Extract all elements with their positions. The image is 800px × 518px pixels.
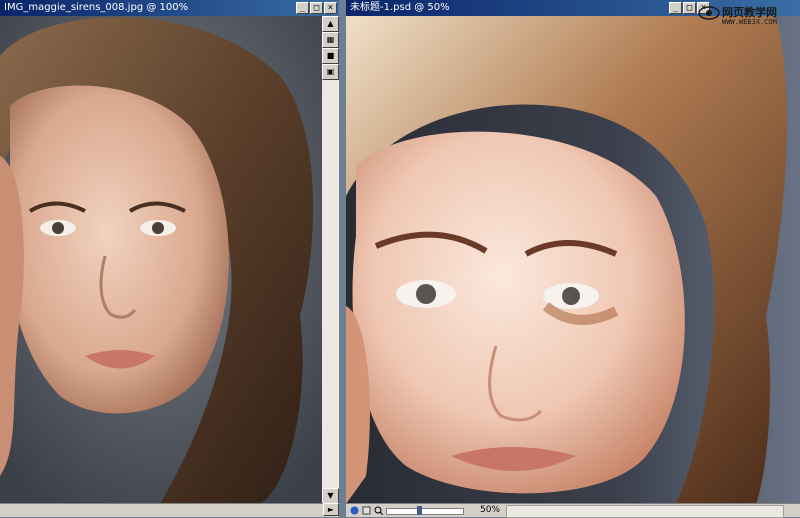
- title-bar[interactable]: IMG_maggie_sirens_008.jpg @ 100% _ □ ×: [0, 0, 339, 16]
- document-window-painting[interactable]: 未标题-1.psd @ 50% _ □ × 50% 网页教学网 WWW.WEB3…: [346, 0, 800, 518]
- logo-icon: [698, 6, 720, 20]
- maximize-button[interactable]: □: [310, 2, 323, 14]
- palette-icon[interactable]: ▦: [322, 32, 339, 48]
- maximize-button[interactable]: □: [683, 2, 696, 14]
- zoom-slider[interactable]: [386, 506, 464, 515]
- status-bar: 50%: [346, 503, 800, 518]
- horizontal-scrollbar[interactable]: ►: [0, 503, 339, 517]
- scroll-down-button[interactable]: ▼: [322, 488, 339, 504]
- zoom-slider-thumb[interactable]: [417, 506, 422, 515]
- horizontal-scroll-track[interactable]: [506, 505, 784, 518]
- painted-portrait: [346, 16, 800, 504]
- minimize-button[interactable]: _: [296, 2, 309, 14]
- vertical-scrollbar[interactable]: ▲ ▦ ■ ▣ ▼: [322, 16, 339, 504]
- reference-photo: [0, 16, 322, 504]
- document-window-reference[interactable]: IMG_maggie_sirens_008.jpg @ 100% _ □ × ▲…: [0, 0, 339, 517]
- watermark-url: WWW.WEB3X.COM: [722, 18, 777, 26]
- navigator-icon[interactable]: [350, 506, 359, 515]
- magnifier-icon[interactable]: [374, 506, 383, 515]
- document-title: 未标题-1.psd @ 50%: [350, 2, 450, 13]
- reference-photo-canvas[interactable]: [0, 16, 322, 504]
- close-button[interactable]: ×: [324, 2, 337, 14]
- channel-icon[interactable]: ■: [322, 48, 339, 64]
- zoom-out-icon[interactable]: [362, 506, 371, 515]
- scroll-right-button[interactable]: ►: [323, 503, 339, 516]
- painting-canvas[interactable]: [346, 16, 800, 504]
- watermark-logo: 网页教学网 WWW.WEB3X.COM: [698, 3, 794, 33]
- layer-icon[interactable]: ▣: [322, 64, 339, 80]
- document-title: IMG_maggie_sirens_008.jpg @ 100%: [4, 2, 189, 13]
- scroll-up-button[interactable]: ▲: [322, 16, 339, 32]
- minimize-button[interactable]: _: [669, 2, 682, 14]
- zoom-level: 50%: [480, 505, 501, 515]
